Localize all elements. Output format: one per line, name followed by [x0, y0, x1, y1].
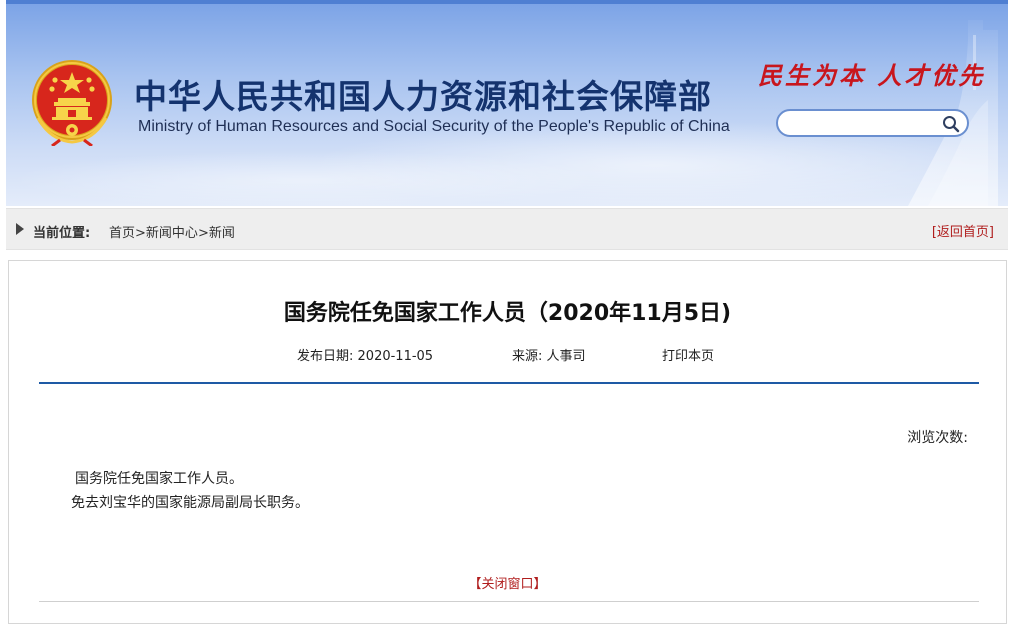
search-input[interactable]	[788, 114, 938, 132]
triangle-right-icon	[16, 223, 24, 235]
print-page-link[interactable]: 打印本页	[662, 345, 714, 364]
breadcrumb-news-center-link[interactable]: 新闻中心	[146, 226, 198, 241]
breadcrumb-separator: >	[197, 226, 209, 241]
site-title-english: Ministry of Human Resources and Social S…	[138, 118, 730, 135]
banner-cloud	[6, 150, 606, 206]
article-source: 来源: 人事司	[512, 345, 586, 364]
great-wall-image	[908, 20, 998, 206]
breadcrumb-label: 当前位置:	[33, 226, 91, 241]
source-value: 人事司	[546, 349, 586, 364]
close-window-link[interactable]: 【关闭窗口】	[468, 577, 546, 592]
breadcrumb-bar: 当前位置: 首页>新闻中心>新闻 [返回首页]	[6, 208, 1008, 250]
source-label: 来源:	[512, 349, 543, 364]
article-panel: 国务院任免国家工作人员（2020年11月5日) 发布日期: 2020-11-05…	[8, 260, 1007, 624]
article-paragraph: 国务院任免国家工作人员。	[75, 471, 243, 487]
breadcrumb: 首页>新闻中心>新闻	[109, 222, 235, 241]
national-emblem-icon	[32, 60, 112, 146]
slogan-calligraphy: 民生为本 人才优先	[758, 61, 986, 90]
bottom-divider	[39, 601, 979, 602]
breadcrumb-news-link[interactable]: 新闻	[209, 226, 235, 241]
article-title: 国务院任免国家工作人员（2020年11月5日)	[283, 301, 732, 326]
search-icon[interactable]	[941, 114, 961, 134]
article-body: 国务院任免国家工作人员。 免去刘宝华的国家能源局副局长职务。	[71, 467, 309, 515]
close-window: 【关闭窗口】	[9, 573, 1006, 592]
breadcrumb-home-link[interactable]: 首页	[109, 226, 135, 241]
article-paragraph: 免去刘宝华的国家能源局副局长职务。	[71, 495, 309, 511]
search-box	[776, 109, 969, 137]
site-title-chinese: 中华人民共和国人力资源和社会保障部	[134, 77, 712, 116]
breadcrumb-separator: >	[135, 226, 146, 241]
title-divider	[39, 382, 979, 384]
publish-date: 发布日期: 2020-11-05	[297, 345, 433, 364]
publish-date-value: 2020-11-05	[357, 349, 434, 364]
site-banner: 中华人民共和国人力资源和社会保障部 Ministry of Human Reso…	[6, 0, 1008, 206]
publish-date-label: 发布日期:	[297, 349, 354, 364]
back-to-home-link[interactable]: [返回首页]	[932, 221, 994, 240]
view-count: 浏览次数:	[907, 430, 968, 446]
